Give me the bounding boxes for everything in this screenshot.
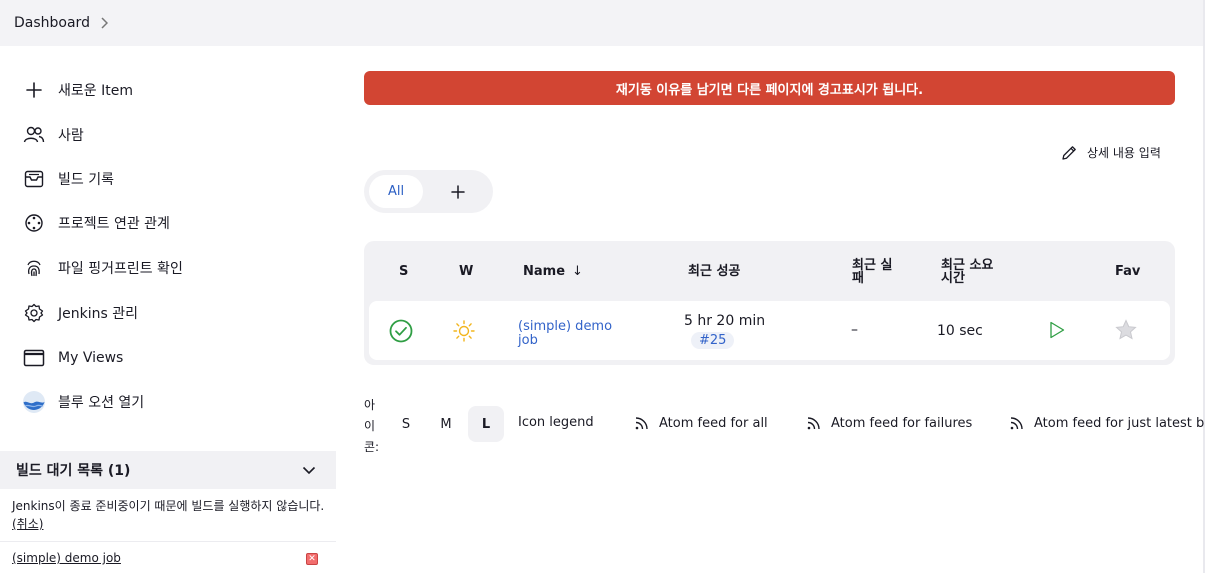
build-queue-title: 빌드 대기 목록 (1) bbox=[16, 463, 131, 479]
restart-warning-banner[interactable]: 재기동 이유를 남기면 다른 페이지에 경고표시가 됩니다. bbox=[364, 71, 1175, 105]
column-header-status[interactable]: S bbox=[399, 265, 408, 278]
star-favorite-icon[interactable] bbox=[1115, 319, 1137, 345]
icon-size-medium-button[interactable]: M bbox=[428, 406, 464, 442]
chevron-right-icon[interactable] bbox=[100, 17, 108, 29]
task-build-history[interactable]: 빌드 기록 bbox=[22, 167, 114, 191]
last-duration-value: 10 sec bbox=[937, 323, 983, 339]
last-failure-value: – bbox=[851, 322, 858, 338]
column-header-weather[interactable]: W bbox=[459, 265, 473, 278]
icon-size-label: 아이콘: bbox=[364, 398, 380, 454]
projects-table: S W Name ↓ 최근 성공 최근 실패 최근 소요 시간 Fav (sim… bbox=[364, 241, 1175, 365]
edit-description-label: 상세 내용 입력 bbox=[1087, 145, 1161, 160]
task-manage-jenkins[interactable]: Jenkins 관리 bbox=[22, 301, 138, 325]
chevron-down-icon[interactable] bbox=[302, 463, 316, 479]
atom-feed-latest-link[interactable]: Atom feed for just latest builds bbox=[1009, 415, 1205, 431]
add-view-button[interactable] bbox=[446, 180, 470, 204]
plus-icon bbox=[451, 185, 465, 199]
breadcrumb-bar: Dashboard bbox=[0, 0, 1203, 46]
edit-description-button[interactable]: 상세 내용 입력 bbox=[1061, 142, 1161, 162]
queue-notice: Jenkins이 종료 준비중이기 때문에 빌드를 실행하지 않습니다. bbox=[12, 499, 325, 513]
icon-legend-link[interactable]: Icon legend bbox=[518, 415, 594, 430]
blue-ocean-icon bbox=[22, 390, 46, 414]
project-relationship-icon bbox=[22, 211, 46, 235]
job-name-link[interactable]: (simple) demo job bbox=[518, 320, 628, 348]
column-header-last-success[interactable]: 최근 성공 bbox=[688, 265, 740, 278]
atom-feed-all-link[interactable]: Atom feed for all bbox=[634, 415, 768, 431]
side-panel: 새로운 Item 사람 빌드 기록 프로젝트 연관 관계 파일 핑거프린트 확인… bbox=[0, 46, 336, 573]
breadcrumb-dashboard[interactable]: Dashboard bbox=[14, 15, 90, 31]
sort-down-icon: ↓ bbox=[572, 264, 583, 279]
column-header-name-label: Name bbox=[523, 264, 566, 279]
pencil-icon bbox=[1062, 145, 1076, 160]
task-blue-ocean[interactable]: 블루 오션 열기 bbox=[22, 390, 144, 414]
cancel-shutdown-link[interactable]: (취소) bbox=[12, 515, 330, 533]
atom-feed-failures-link[interactable]: Atom feed for failures bbox=[806, 415, 972, 431]
build-queue-message: Jenkins이 종료 준비중이기 때문에 빌드를 실행하지 않습니다. (취소… bbox=[12, 497, 330, 533]
build-number-link[interactable]: #25 bbox=[691, 332, 735, 349]
icon-size-large-button[interactable]: L bbox=[468, 406, 504, 442]
queue-item-link[interactable]: (simple) demo job bbox=[12, 551, 121, 565]
task-fingerprint[interactable]: 파일 핑거프린트 확인 bbox=[22, 256, 183, 280]
play-build-icon[interactable] bbox=[1048, 321, 1066, 343]
atom-feed-all-label: Atom feed for all bbox=[659, 415, 768, 431]
build-queue-header[interactable]: 빌드 대기 목록 (1) bbox=[0, 451, 336, 489]
rss-icon bbox=[1010, 417, 1023, 430]
last-success-cell: 5 hr 20 min #25 bbox=[684, 313, 765, 349]
sunny-weather-icon[interactable] bbox=[453, 320, 475, 346]
tab-all[interactable]: All bbox=[369, 175, 423, 208]
success-status-icon[interactable] bbox=[389, 319, 413, 347]
view-tabs: All bbox=[364, 170, 493, 213]
rss-icon bbox=[635, 417, 648, 430]
task-label: 빌드 기록 bbox=[58, 172, 114, 188]
task-label: My Views bbox=[58, 350, 124, 366]
task-my-views[interactable]: My Views bbox=[22, 346, 123, 370]
task-label: 새로운 Item bbox=[58, 83, 133, 99]
column-header-last-duration[interactable]: 최근 소요 시간 bbox=[941, 259, 1003, 285]
task-people[interactable]: 사람 bbox=[22, 123, 84, 147]
table-row: (simple) demo job 5 hr 20 min #25 – 10 s… bbox=[369, 301, 1170, 360]
column-header-fav[interactable]: Fav bbox=[1115, 265, 1140, 278]
icon-size-small-button[interactable]: S bbox=[388, 406, 424, 442]
window-icon bbox=[22, 346, 46, 370]
fingerprint-icon bbox=[22, 256, 46, 280]
column-header-name[interactable]: Name ↓ bbox=[523, 265, 583, 278]
task-new-item[interactable]: 새로운 Item bbox=[22, 78, 133, 102]
people-icon bbox=[22, 123, 46, 147]
gear-icon bbox=[22, 301, 46, 325]
rss-icon bbox=[807, 417, 820, 430]
task-label: 사람 bbox=[58, 128, 84, 144]
last-success-time: 5 hr 20 min bbox=[684, 313, 766, 329]
task-label: 프로젝트 연관 관계 bbox=[58, 216, 170, 232]
task-label: 파일 핑거프린트 확인 bbox=[58, 261, 183, 277]
atom-feed-latest-label: Atom feed for just latest builds bbox=[1034, 415, 1205, 431]
task-project-relationship[interactable]: 프로젝트 연관 관계 bbox=[22, 211, 170, 235]
task-label: 블루 오션 열기 bbox=[58, 395, 145, 411]
atom-feed-failures-label: Atom feed for failures bbox=[831, 415, 973, 431]
plus-icon bbox=[22, 78, 46, 102]
divider bbox=[0, 541, 336, 542]
task-label: Jenkins 관리 bbox=[58, 306, 138, 322]
cancel-queue-item-icon[interactable]: ✕ bbox=[306, 553, 318, 565]
legend-bar: 아이콘: S M L Icon legend Atom feed for all… bbox=[364, 395, 1205, 455]
build-history-icon bbox=[22, 167, 46, 191]
column-header-last-failure[interactable]: 최근 실패 bbox=[852, 259, 898, 285]
